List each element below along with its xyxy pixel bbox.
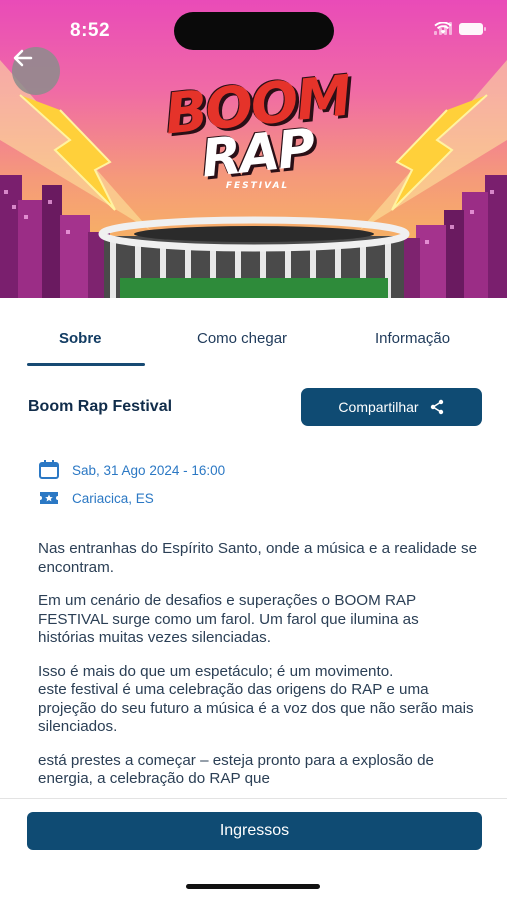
status-icons <box>434 22 486 35</box>
event-description: Nas entranhas do Espírito Santo, onde a … <box>38 540 478 798</box>
battery-icon <box>459 22 486 35</box>
event-banner: 8:52 BOOM RAP FESTIVAL <box>0 0 507 298</box>
event-location-row: Cariacica, ES <box>38 489 154 507</box>
calendar-icon <box>39 460 59 479</box>
back-button[interactable] <box>12 47 60 95</box>
description-paragraph: Nas entranhas do Espírito Santo, onde a … <box>38 540 478 576</box>
share-button-label: Compartilhar <box>338 399 419 415</box>
tab-bar: Sobre Como chegar Informação <box>0 298 507 368</box>
wifi-icon <box>434 22 452 34</box>
event-location: Cariacica, ES <box>72 490 154 506</box>
tab-como-chegar[interactable]: Como chegar <box>197 330 287 347</box>
tab-informacao[interactable]: Informação <box>375 330 450 347</box>
description-paragraph: Isso é mais do que um espetáculo; é um m… <box>38 662 474 736</box>
event-title: Boom Rap Festival <box>28 398 173 415</box>
tab-sobre[interactable]: Sobre <box>59 330 102 347</box>
active-tab-indicator <box>27 363 145 366</box>
dynamic-island <box>174 12 334 50</box>
event-date: Sab, 31 Ago 2024 - 16:00 <box>72 462 226 478</box>
arrow-left-icon <box>13 49 33 67</box>
home-indicator <box>186 884 320 889</box>
festival-logo: BOOM RAP FESTIVAL <box>150 63 365 191</box>
description-paragraph: está prestes a começar – esteja pronto p… <box>38 751 434 788</box>
status-time: 8:52 <box>70 20 111 41</box>
ingressos-button[interactable]: Ingressos <box>27 812 482 850</box>
share-icon <box>430 399 443 415</box>
screen: 8:52 BOOM RAP FESTIVAL Sobre Como chegar… <box>0 0 507 900</box>
event-date-row: Sab, 31 Ago 2024 - 16:00 <box>38 460 225 480</box>
ticket-icon <box>40 492 58 504</box>
share-button[interactable]: Compartilhar <box>301 388 482 426</box>
description-paragraph: Em um cenário de desafios e superações o… <box>38 592 419 646</box>
